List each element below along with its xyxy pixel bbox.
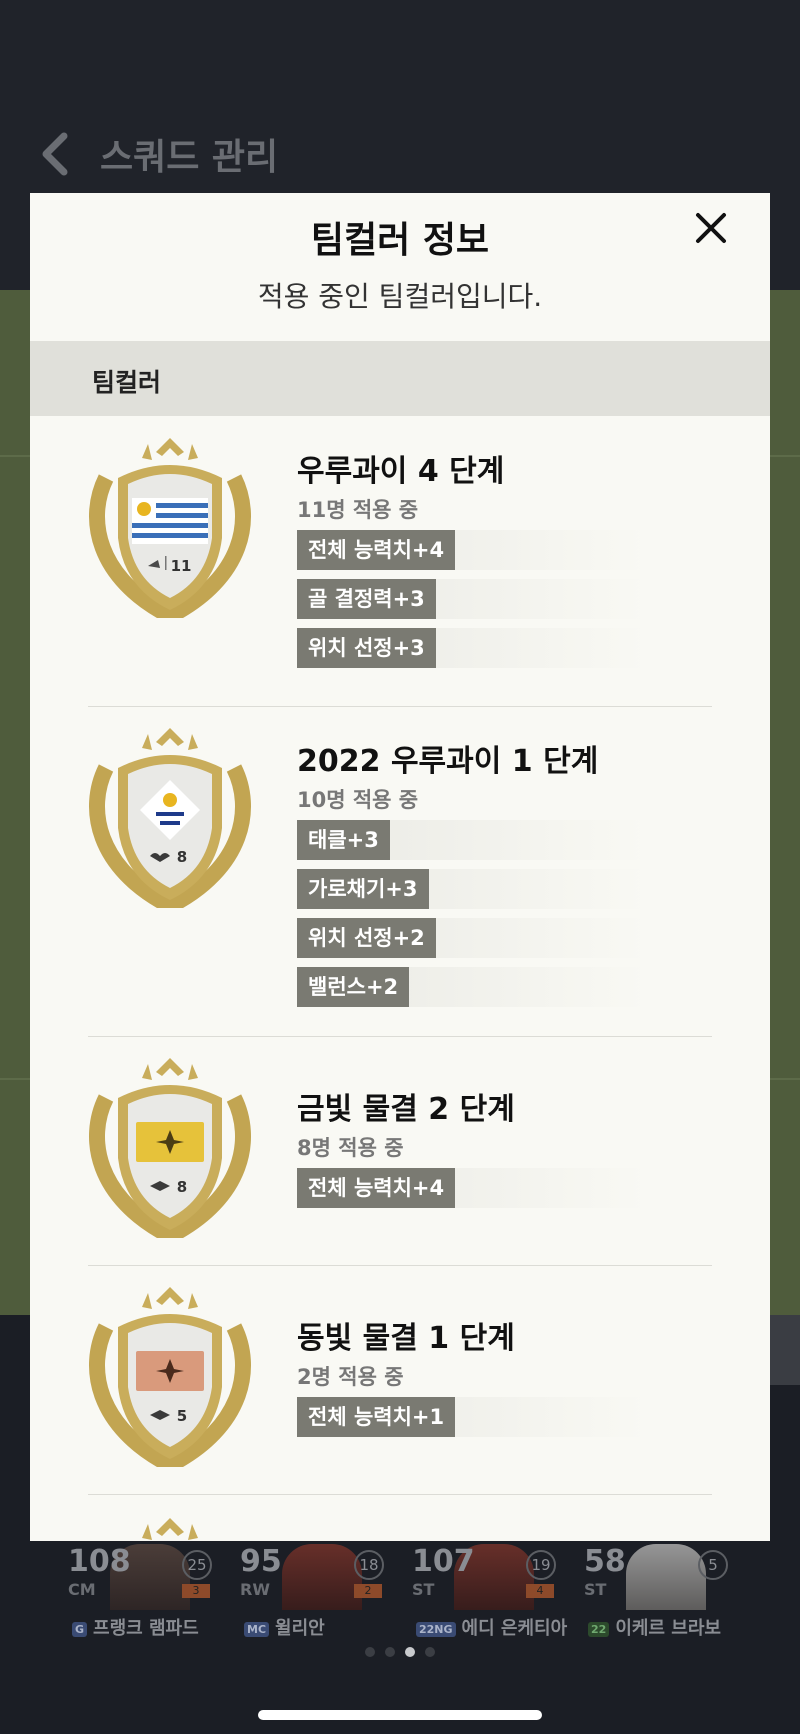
stat-tag: 전체 능력치+4: [297, 530, 456, 570]
player-card[interactable]: 107 ST 19 4 22NG 에디 은케티아: [404, 1540, 574, 1640]
team-color-crest: [142, 1518, 198, 1540]
uruguay-flag-icon: [132, 498, 208, 544]
svg-text:8: 8: [177, 1178, 187, 1196]
team-color-item[interactable]: 8 금빛 물결 2 단계 8명 적용 중 전체 능력치+4: [30, 1036, 770, 1266]
team-color-name: 우루과이 4 단계: [297, 454, 505, 489]
svg-text:5: 5: [177, 1407, 187, 1425]
player-position: ST: [412, 1580, 435, 1599]
player-card[interactable]: 108 CM 25 3 G 프랭크 램파드: [60, 1540, 230, 1640]
team-color-name: 동빛 물결 1 단계: [297, 1321, 515, 1356]
team-color-item[interactable]: 11 우루과이 4 단계 11명 적용 중 전체 능력치+4 골 결정력+3 위…: [30, 416, 770, 707]
svg-text:11: 11: [171, 557, 192, 575]
season-badge: 22NG: [416, 1621, 456, 1637]
player-position: RW: [240, 1580, 270, 1599]
team-color-crest: 5: [89, 1287, 251, 1467]
applied-count: 8명 적용 중: [297, 1136, 404, 1160]
player-ovr: 107: [412, 1544, 475, 1579]
team-color-crest: 11: [89, 438, 251, 618]
home-indicator[interactable]: [258, 1710, 542, 1720]
stat-tag: 위치 선정+2: [297, 918, 436, 958]
modal-subtitle: 적용 중인 팀컬러입니다.: [257, 280, 543, 313]
svg-text:8: 8: [177, 848, 187, 866]
stat-tag: 태클+3: [297, 820, 390, 860]
page-indicator: [365, 1645, 445, 1659]
player-ovr: 108: [68, 1544, 131, 1579]
stat-tag: 위치 선정+3: [297, 628, 436, 668]
player-upgrade: 4: [526, 1584, 554, 1598]
section-header: 팀컬러: [30, 341, 770, 416]
team-color-modal: 팀컬러 정보 적용 중인 팀컬러입니다. 팀컬러 11 우루과이 4 단계 11…: [30, 193, 770, 1541]
stat-tag: 전체 능력치+4: [297, 1168, 456, 1208]
team-color-list[interactable]: 11 우루과이 4 단계 11명 적용 중 전체 능력치+4 골 결정력+3 위…: [30, 416, 770, 1541]
season-badge: G: [72, 1621, 88, 1637]
player-name-text: 윌리안: [275, 1618, 325, 1639]
player-name-text: 이케르 브라보: [615, 1618, 721, 1639]
applied-count: 11명 적용 중: [297, 498, 419, 522]
team-color-name: 금빛 물결 2 단계: [297, 1092, 515, 1127]
team-color-crest: 8: [89, 1058, 251, 1238]
player-grade: 5: [698, 1550, 728, 1580]
player-card[interactable]: 58 ST 5 22 이케르 브라보: [576, 1540, 746, 1640]
team-color-item[interactable]: [30, 1494, 770, 1541]
player-name: 22NG 에디 은케티아: [416, 1614, 567, 1640]
back-arrow-icon[interactable]: [34, 128, 78, 180]
player-name: MC 윌리안: [244, 1614, 325, 1640]
bronze-card-icon: [136, 1351, 204, 1391]
player-grade: 19: [526, 1550, 556, 1580]
stat-tag: 전체 능력치+1: [297, 1397, 456, 1437]
stat-list: 전체 능력치+4 골 결정력+3 위치 선정+3: [297, 530, 648, 677]
player-grade: 25: [182, 1550, 212, 1580]
player-ovr: 58: [584, 1544, 626, 1579]
player-photo: [626, 1544, 706, 1610]
stat-list: 태클+3 가로채기+3 위치 선정+2 밸런스+2: [297, 820, 647, 1016]
player-name: 22 이케르 브라보: [588, 1614, 721, 1640]
player-grade: 18: [354, 1550, 384, 1580]
player-name-text: 프랭크 램파드: [93, 1618, 199, 1639]
player-upgrade: 3: [182, 1584, 210, 1598]
player-upgrade: 2: [354, 1584, 382, 1598]
stat-list: 전체 능력치+4: [297, 1168, 648, 1217]
page-title: 스쿼드 관리: [100, 137, 279, 178]
player-card[interactable]: 95 RW 18 2 MC 윌리안: [232, 1540, 402, 1640]
player-ovr: 95: [240, 1544, 282, 1579]
season-badge: 22: [588, 1621, 610, 1637]
laurel-crest-icon: [142, 1518, 198, 1540]
season-badge: MC: [244, 1621, 270, 1637]
player-name: G 프랭크 램파드: [72, 1614, 199, 1640]
player-position: CM: [68, 1580, 96, 1599]
applied-count: 2명 적용 중: [297, 1365, 404, 1389]
stat-tag: 가로채기+3: [297, 869, 429, 909]
player-list: 108 CM 25 3 G 프랭크 램파드 95 RW 18 2 MC 윌리안 10…: [60, 1540, 760, 1640]
gold-card-icon: [136, 1122, 204, 1162]
applied-count: 10명 적용 중: [297, 788, 419, 812]
stat-list: 전체 능력치+1: [297, 1397, 648, 1446]
team-color-item[interactable]: 8 2022 우루과이 1 단계 10명 적용 중 태클+3 가로채기+3 위치…: [30, 706, 770, 1037]
team-color-item[interactable]: 5 동빛 물결 1 단계 2명 적용 중 전체 능력치+1: [30, 1265, 770, 1495]
modal-title: 팀컬러 정보: [310, 220, 490, 261]
stat-tag: 골 결정력+3: [297, 579, 436, 619]
team-color-name: 2022 우루과이 1 단계: [297, 744, 599, 779]
close-icon[interactable]: [686, 203, 736, 253]
section-label: 팀컬러: [92, 368, 162, 397]
side-tab[interactable]: [770, 1315, 800, 1385]
player-position: ST: [584, 1580, 607, 1599]
player-name-text: 에디 은케티아: [461, 1618, 568, 1639]
stat-tag: 밸런스+2: [297, 967, 410, 1007]
team-color-crest: 8: [89, 728, 251, 908]
player-photo: [282, 1544, 362, 1610]
